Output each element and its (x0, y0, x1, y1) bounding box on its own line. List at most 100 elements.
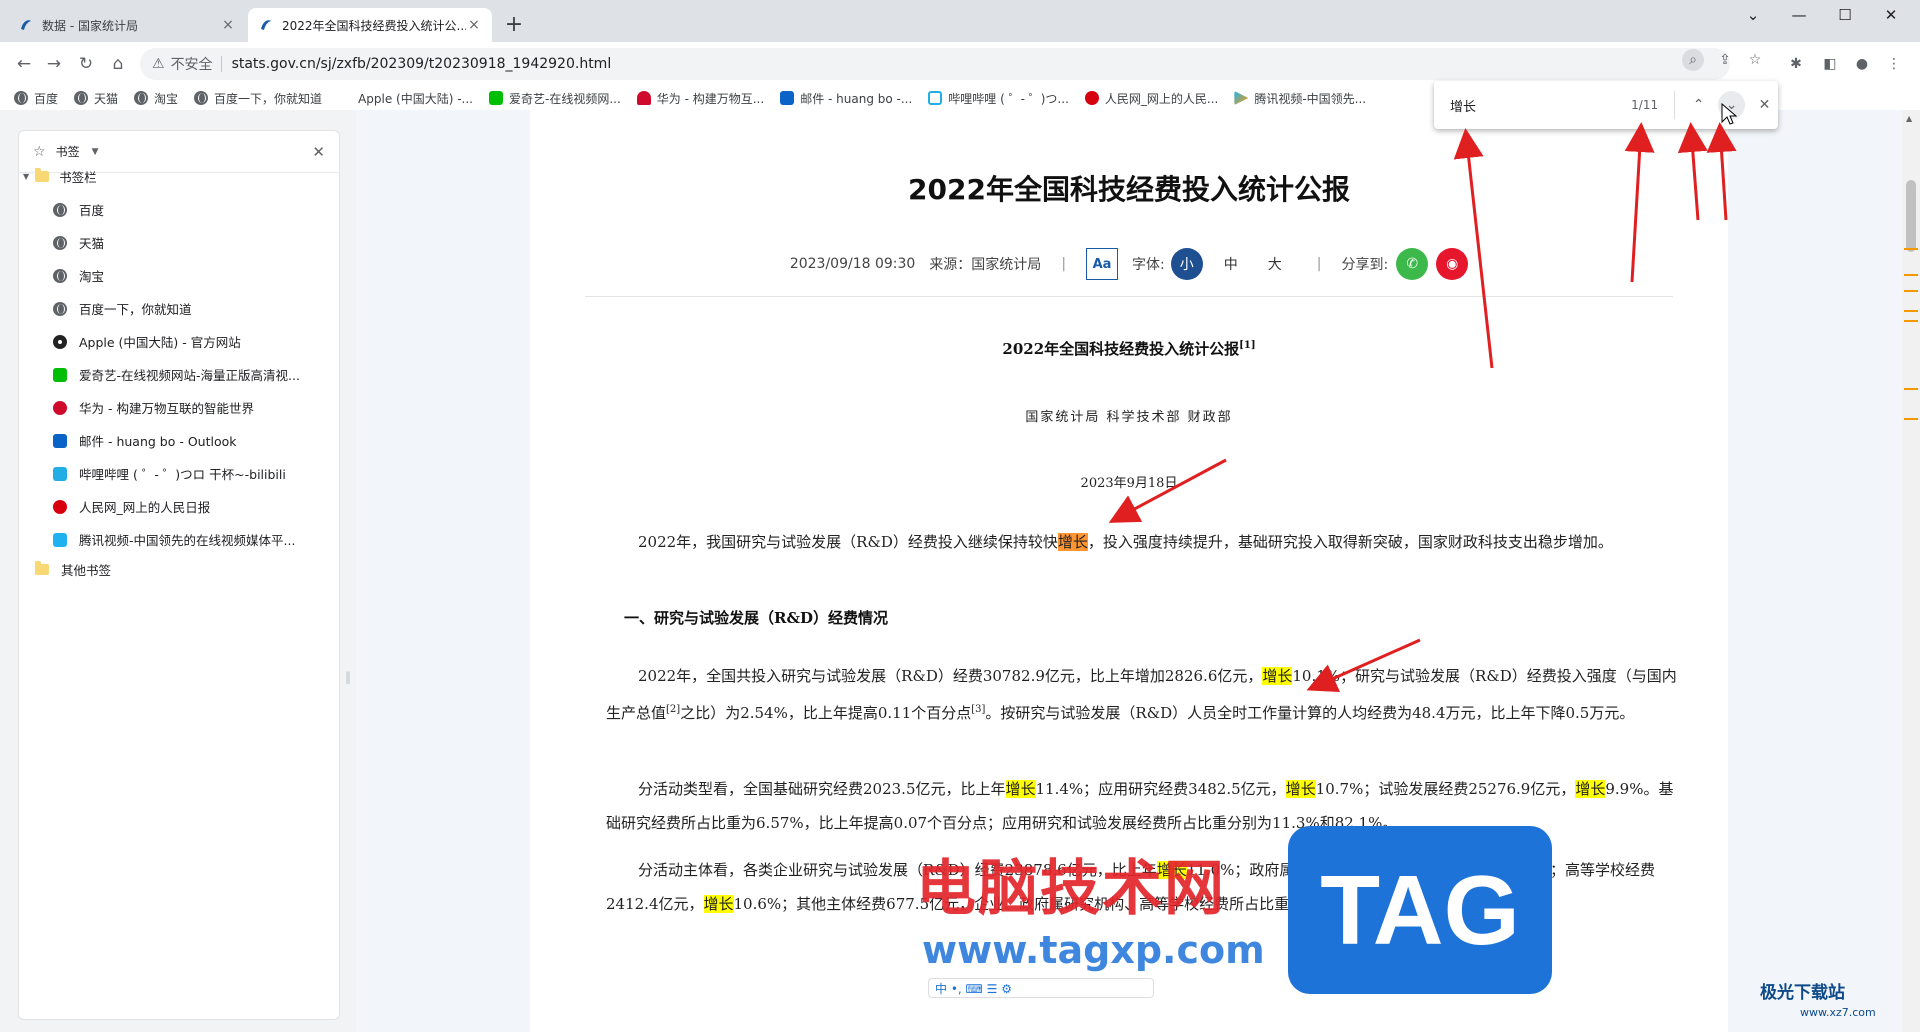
side-panel-icon[interactable]: ◧ (1820, 54, 1840, 74)
bookmark-tmall[interactable]: 天猫 (74, 90, 118, 107)
people-icon (53, 499, 67, 514)
font-size-small-button[interactable]: 小 (1170, 248, 1203, 280)
sidebar-item-bookmark[interactable]: 爱奇艺-在线视频网站-海量正版高清视... (53, 365, 300, 384)
bookmark-outlook[interactable]: 邮件 - huang bo -... (780, 90, 912, 107)
sidebar-item-bookmark[interactable]: 腾讯视频-中国领先的在线视频媒体平... (53, 530, 295, 549)
find-match: 增长 (1005, 780, 1036, 798)
bookmark-baidu-search[interactable]: 百度一下，你就知道 (194, 90, 322, 107)
bookmark-people[interactable]: 人民网_网上的人民... (1084, 90, 1218, 107)
sidebar-item-bookmark[interactable]: 邮件 - huang bo - Outlook (53, 431, 237, 450)
tab-article[interactable]: 2022年全国科技经费投入统计公... × (248, 8, 492, 42)
bookmark-baidu[interactable]: 百度 (14, 90, 58, 107)
find-divider (1674, 91, 1676, 119)
bookmark-star-icon[interactable]: ☆ (1744, 49, 1766, 71)
find-match-marker (1904, 248, 1918, 250)
sidebar-item-bookmark[interactable]: Apple (中国大陆) - 官方网站 (53, 332, 241, 351)
sidebar-item-bookmark[interactable]: 人民网_网上的人民日报 (53, 497, 210, 516)
font-toggle-button[interactable]: Aa (1086, 248, 1119, 280)
text: 之比）为2.54%，比上年提高0.11个百分点 (680, 704, 972, 722)
find-match-marker (1904, 274, 1918, 276)
side-panel-title[interactable]: 书签 (56, 143, 80, 160)
extensions-icon[interactable]: ✱ (1786, 54, 1806, 74)
watermark-url: www.tagxp.com (922, 928, 1265, 972)
address-bar[interactable]: ⚠ 不安全 stats.gov.cn/sj/zxfb/202309/t20230… (140, 48, 1730, 80)
tab-title: 数据 - 国家统计局 (42, 18, 138, 33)
back-button[interactable]: ← (10, 50, 38, 78)
find-previous-button[interactable]: ⌃ (1685, 91, 1712, 119)
bookmark-bilibili[interactable]: 哔哩哔哩 ( ゜- ゜)つ... (928, 90, 1069, 107)
panel-resize-handle[interactable]: ‖ (345, 670, 351, 684)
bookmarks-side-panel: ☆ 书签 ▼ ✕ ▼ 书签栏 百度 天猫 淘宝 百度一下，你就知道 Apple (中国大… (0, 110, 356, 1032)
footnote-ref[interactable]: [3] (971, 704, 985, 715)
scrollbar-thumb[interactable] (1906, 180, 1916, 252)
find-match-marker (1904, 388, 1918, 390)
footnote-ref[interactable]: [1] (1239, 340, 1255, 351)
bookmark-label: 天猫 (94, 91, 119, 106)
expand-caret-icon[interactable]: ▼ (23, 172, 29, 181)
bookmark-huawei[interactable]: 华为 - 构建万物互... (636, 90, 764, 107)
tab-close-icon[interactable]: × (466, 17, 482, 33)
close-side-panel-icon[interactable]: ✕ (312, 143, 325, 161)
maximize-button[interactable]: ☐ (1822, 0, 1868, 32)
find-input[interactable]: 增长 (1450, 96, 1604, 115)
bookmark-tencent-video[interactable]: 腾讯视频-中国领先... (1234, 90, 1366, 107)
sidebar-item-label: 腾讯视频-中国领先的在线视频媒体平... (79, 533, 296, 548)
dropdown-caret-icon[interactable]: ▼ (92, 147, 99, 157)
sidebar-item-label: 爱奇艺-在线视频网站-海量正版高清视... (79, 368, 300, 383)
find-close-button[interactable]: ✕ (1751, 91, 1778, 119)
find-in-page-icon[interactable]: ⌕ (1682, 49, 1704, 71)
minimize-button[interactable]: — (1776, 0, 1822, 32)
weibo-share-icon[interactable]: ◉ (1436, 248, 1469, 280)
bookmark-taobao[interactable]: 淘宝 (134, 90, 178, 107)
wechat-share-icon[interactable]: ✆ (1396, 248, 1429, 280)
watermark-tag-logo: TAG (1288, 826, 1552, 994)
insecure-label[interactable]: 不安全 (171, 54, 213, 74)
profile-avatar-icon[interactable]: ● (1852, 54, 1872, 74)
bookmark-apple[interactable]: Apple (中国大陆) -... (338, 90, 473, 107)
find-match-marker (1904, 290, 1918, 292)
tab-title: 2022年全国科技经费投入统计公... (282, 18, 466, 33)
find-match-count: 1/11 (1631, 98, 1659, 112)
paragraph-rd-total: 2022年，全国共投入研究与试验发展（R&D）经费30782.9亿元，比上年增加… (606, 659, 1686, 730)
folder-icon (35, 168, 50, 182)
scroll-up-arrow-icon[interactable]: ▲ (1906, 114, 1912, 123)
warning-icon[interactable]: ⚠ (152, 56, 165, 72)
folder-label: 其他书签 (61, 563, 112, 578)
new-tab-button[interactable]: + (500, 12, 528, 38)
find-match: 增长 (1575, 780, 1606, 798)
find-next-button[interactable]: ⌄ (1718, 91, 1746, 119)
font-size-large-button[interactable]: 大 (1259, 248, 1291, 280)
ime-toolbar[interactable]: 中 •, ⌨ ☰ ⚙ (928, 978, 1154, 998)
font-size-medium-button[interactable]: 中 (1215, 248, 1247, 280)
menu-icon[interactable]: ⋮ (1884, 54, 1904, 74)
sidebar-item-bookmark[interactable]: 淘宝 (53, 266, 104, 285)
sidebar-item-bookmark[interactable]: 百度一下，你就知道 (53, 299, 192, 318)
find-match: 增长 (1285, 780, 1316, 798)
share-icon[interactable]: ⇪ (1714, 49, 1736, 71)
sidebar-item-label: 人民网_网上的人民日报 (79, 500, 211, 515)
meta-divider: | (1061, 256, 1067, 272)
watermark-corner-title: 极光下载站 (1760, 983, 1845, 1003)
reload-button[interactable]: ↻ (72, 50, 100, 78)
text: 10.7%；试验发展经费25276.9亿元， (1315, 780, 1576, 798)
footnote-ref[interactable]: [2] (666, 704, 680, 715)
home-button[interactable]: ⌂ (104, 50, 132, 78)
url-text[interactable]: stats.gov.cn/sj/zxfb/202309/t20230918_19… (232, 56, 612, 72)
folder-bookmarks-bar[interactable]: ▼ 书签栏 (23, 167, 97, 186)
sidebar-item-bookmark[interactable]: 华为 - 构建万物互联的智能世界 (53, 398, 254, 417)
font-label: 字体: (1132, 257, 1165, 273)
folder-other-bookmarks[interactable]: 其他书签 (35, 560, 111, 579)
folder-label: 书签栏 (59, 170, 97, 185)
tab-close-icon[interactable]: × (220, 17, 236, 33)
sidebar-item-bookmark[interactable]: 天猫 (53, 233, 104, 252)
people-icon (1084, 91, 1099, 105)
sidebar-item-bookmark[interactable]: 百度 (53, 200, 104, 219)
forward-button[interactable]: → (40, 50, 68, 78)
tab-search-icon[interactable]: ⌄ (1730, 0, 1776, 32)
close-window-button[interactable]: ✕ (1868, 0, 1914, 32)
sidebar-item-bookmark[interactable]: 哔哩哔哩 ( ゜- ゜)つロ 干杯~-bilibili (53, 464, 286, 483)
tab-stats-data[interactable]: 数据 - 国家统计局 × (8, 8, 246, 42)
bookmark-iqiyi[interactable]: 爱奇艺-在线视频网... (489, 90, 621, 107)
globe-icon (74, 91, 89, 105)
page-scrollbar[interactable]: ▲ (1902, 110, 1920, 1032)
